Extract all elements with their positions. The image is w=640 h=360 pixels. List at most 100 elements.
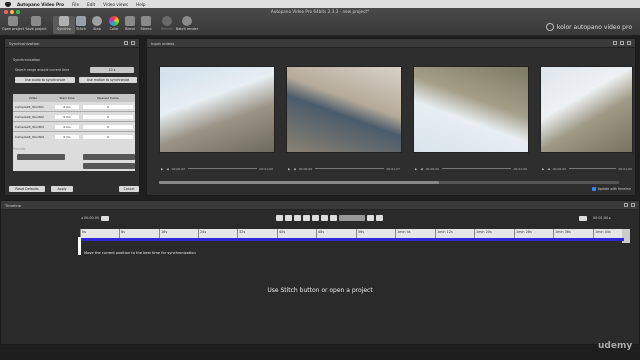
tick-label: 8s: [119, 229, 125, 238]
row-start-input[interactable]: 0 ms: [55, 114, 79, 119]
render-button[interactable]: Render: [156, 16, 178, 34]
close-window-button[interactable]: [4, 10, 8, 14]
close-icon[interactable]: [631, 203, 635, 207]
use-motion-button[interactable]: Use motion to synchronize: [79, 77, 137, 83]
prev-icon[interactable]: ◀: [166, 167, 168, 171]
step-back-icon[interactable]: [294, 215, 301, 221]
close-icon[interactable]: [131, 41, 135, 45]
speed-select[interactable]: [339, 215, 365, 221]
menu-help[interactable]: Help: [136, 2, 146, 7]
tick-label: 0s: [80, 229, 86, 238]
stitch-icon: [76, 16, 86, 26]
play-icon[interactable]: ▶: [288, 167, 290, 171]
horizontal-scrollbar[interactable]: [159, 181, 619, 184]
checkbox-icon[interactable]: [591, 187, 596, 191]
row-frame-input[interactable]: 0: [83, 135, 133, 139]
video-thumbnail-2[interactable]: [286, 66, 402, 153]
menu-video-views[interactable]: Video views: [103, 2, 128, 7]
synchro-icon: [59, 16, 69, 26]
table-row[interactable]: Camera01_Short01 0 ms 0: [13, 102, 135, 112]
use-audio-button[interactable]: Use audio to synchronize: [15, 77, 75, 83]
apply-button[interactable]: Apply: [51, 186, 73, 192]
video-4-scrubber[interactable]: [569, 168, 616, 169]
render-icon: [162, 16, 172, 26]
menubar: Autopano Video Pro File Edit Video views…: [0, 0, 640, 8]
menu-edit[interactable]: Edit: [87, 2, 95, 7]
table-row[interactable]: Camera04_Short04 0 ms 0: [13, 132, 135, 142]
preview-option[interactable]: [83, 163, 135, 169]
playhead-cursor[interactable]: [78, 237, 81, 255]
col-nearest-frame: Nearest frame: [97, 96, 119, 100]
set-in-button[interactable]: [101, 216, 109, 221]
play-icon[interactable]: ▶: [542, 167, 544, 171]
preview-button-2[interactable]: [83, 154, 135, 160]
row-frame-input[interactable]: 0: [83, 114, 133, 119]
video-3-scrubber[interactable]: [442, 168, 511, 169]
blend-label: Blend: [125, 27, 135, 31]
first-frame-icon[interactable]: [276, 215, 283, 221]
stereo-button[interactable]: Stereo: [135, 16, 157, 34]
menu-file[interactable]: File: [72, 2, 79, 7]
brand: kolor autopano video pro: [545, 22, 632, 32]
row-start-input[interactable]: 0 ms: [55, 135, 79, 139]
video-2-scrubber[interactable]: [315, 168, 384, 169]
timeline-ruler[interactable]: 0s 8s 16s 24s 32s 40s 48s 56s 1min 4s 1m…: [80, 229, 624, 238]
set-out-button[interactable]: [579, 216, 587, 221]
search-range-label: Search range around current time: [15, 68, 70, 72]
search-range-select[interactable]: 10 s: [90, 67, 134, 73]
minimize-window-button[interactable]: [10, 10, 14, 14]
stab-icon: [92, 16, 102, 26]
title-toolbar: Autopano Video Pro 64bits 2.3.3 - new pr…: [0, 8, 640, 36]
detach-icon[interactable]: [624, 203, 628, 207]
update-with-timeline-label: Update with timeline: [597, 187, 631, 191]
transport-controls: [276, 215, 383, 221]
col-video: Video: [28, 96, 38, 100]
cancel-button[interactable]: Cancel: [119, 186, 139, 192]
color-icon: [109, 16, 119, 26]
row-frame-input[interactable]: 0: [83, 124, 133, 129]
video-1-scrubber[interactable]: [188, 168, 257, 169]
input-videos-title: Input videos: [151, 40, 175, 46]
prev-marker-icon[interactable]: [285, 215, 292, 221]
play-icon[interactable]: ▶: [161, 167, 163, 171]
prev-icon[interactable]: ◀: [293, 167, 295, 171]
table-row[interactable]: Camera03_Short03 0 ms 0: [13, 122, 135, 132]
prev-icon[interactable]: ◀: [420, 167, 422, 171]
play-icon[interactable]: [312, 215, 319, 221]
video-thumbnail-1[interactable]: [159, 66, 275, 153]
reset-defaults-button[interactable]: Reset Defaults: [9, 186, 45, 192]
video-1-end: 00:01:00: [259, 166, 273, 171]
open-project-button[interactable]: Open project: [2, 16, 24, 34]
save-project-label: Save project: [25, 27, 47, 31]
row-start-input[interactable]: 0 ms: [55, 124, 79, 129]
preview-label: Preview: [13, 147, 26, 151]
video-thumbnail-3[interactable]: [413, 66, 529, 153]
apple-icon[interactable]: [5, 1, 11, 7]
menu-app[interactable]: Autopano Video Pro: [17, 2, 64, 7]
loop-icon[interactable]: [376, 215, 383, 221]
update-with-timeline-toggle[interactable]: Update with timeline: [591, 187, 631, 191]
close-icon[interactable]: [627, 41, 631, 45]
scrollbar-thumb[interactable]: [159, 181, 439, 184]
detach-icon[interactable]: [620, 41, 624, 45]
row-start-input[interactable]: 0 ms: [55, 104, 79, 109]
prev-icon[interactable]: ◀: [547, 167, 549, 171]
zoom-fit-icon[interactable]: [367, 215, 374, 221]
video-1-start: 00:00:00: [171, 166, 186, 171]
batch-render-button[interactable]: Batch render: [176, 16, 198, 34]
zoom-window-button[interactable]: [16, 10, 20, 14]
preview-button-1[interactable]: [17, 154, 65, 160]
row-frame-input[interactable]: 0: [83, 104, 133, 109]
save-icon: [31, 16, 41, 26]
play-icon[interactable]: ▶: [415, 167, 417, 171]
stop-icon[interactable]: [303, 215, 310, 221]
next-marker-icon[interactable]: [330, 215, 337, 221]
save-project-button[interactable]: Save project: [25, 16, 47, 34]
color-label: Color: [109, 27, 119, 31]
timeline-range-bar[interactable]: [80, 238, 624, 241]
layout-icon[interactable]: [613, 41, 617, 45]
detach-icon[interactable]: [124, 41, 128, 45]
step-forward-icon[interactable]: [321, 215, 328, 221]
table-row[interactable]: Camera02_Short02 0 ms 0: [13, 112, 135, 122]
video-thumbnail-4[interactable]: [540, 66, 633, 153]
